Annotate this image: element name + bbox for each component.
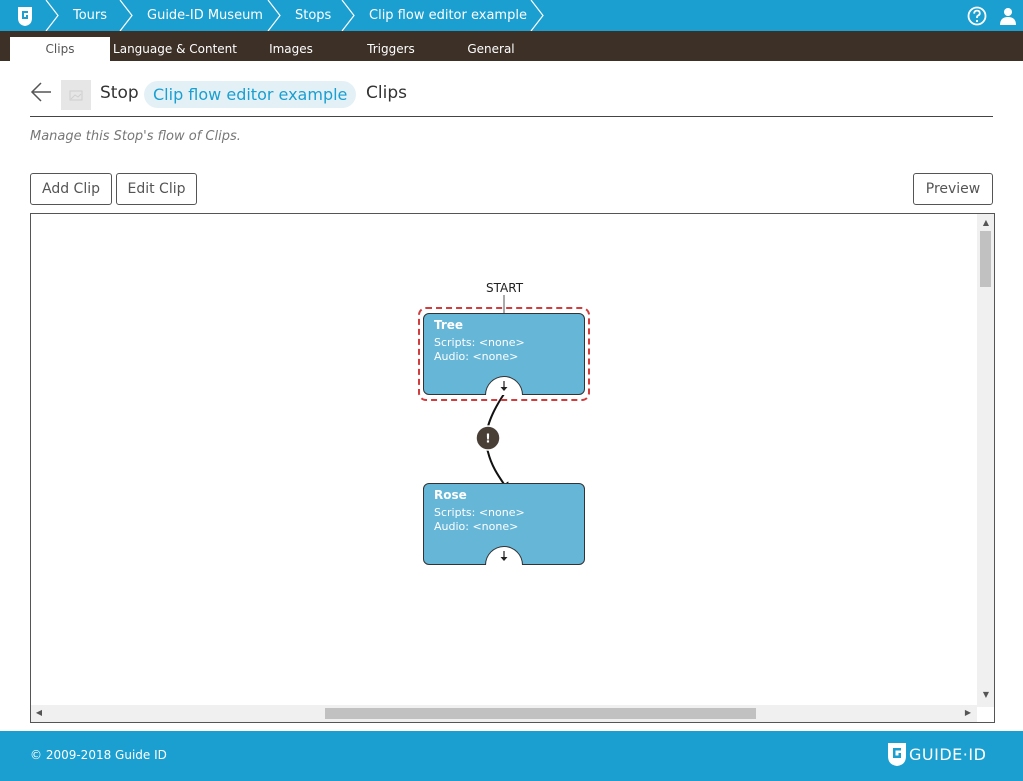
stop-thumbnail [61,80,91,110]
scroll-right-icon[interactable]: ▶ [963,708,973,718]
chevron-right-icon [341,0,355,31]
section-tab-bar: Clips Language & Content Images Triggers… [0,31,1023,61]
add-clip-button[interactable]: Add Clip [30,173,112,205]
vertical-scroll-thumb[interactable] [980,231,991,287]
copyright-text: © 2009-2018 Guide ID [30,748,167,762]
clip-node-rose[interactable]: Rose Scripts: <none> Audio: <none> [423,483,585,565]
edit-clip-button[interactable]: Edit Clip [116,173,197,205]
help-icon[interactable] [967,6,987,26]
start-label: START [486,281,524,295]
guide-id-logo-icon [888,743,906,766]
footer: © 2009-2018 Guide ID GUIDE·ID [0,731,1023,781]
page-subtitle: Manage this Stop's flow of Clips. [30,129,241,144]
breadcrumb-stops[interactable]: Stops [295,0,331,31]
breadcrumb-museum[interactable]: Guide-ID Museum [147,0,263,31]
tab-language-content[interactable]: Language & Content [112,37,238,61]
breadcrumb-tours[interactable]: Tours [73,0,107,31]
tab-general[interactable]: General [456,37,526,61]
clip-output-handle[interactable] [485,546,523,565]
scroll-left-icon[interactable]: ◀ [34,708,44,718]
back-arrow-icon[interactable] [30,81,52,103]
tab-clips[interactable]: Clips [10,37,110,61]
clip-audio: Audio: <none> [434,520,519,533]
image-placeholder-icon [69,90,83,101]
horizontal-scroll-thumb[interactable] [325,708,756,719]
clip-scripts: Scripts: <none> [434,336,525,349]
vertical-scrollbar[interactable] [977,214,994,707]
down-arrow-icon [500,551,508,561]
clip-output-handle[interactable] [485,376,523,395]
page-title-prefix: Stop [100,83,139,103]
chevron-right-icon [267,0,281,31]
down-arrow-icon [500,381,508,391]
clip-scripts: Scripts: <none> [434,506,525,519]
page-title-suffix: Clips [366,83,407,103]
chevron-right-icon [119,0,133,31]
clip-title: Rose [434,488,467,502]
chevron-right-icon [530,0,544,31]
scroll-up-icon[interactable]: ▲ [981,218,991,228]
clip-node-tree[interactable]: Tree Scripts: <none> Audio: <none> [423,313,585,395]
chevron-right-icon [45,0,59,31]
tab-images[interactable]: Images [256,37,326,61]
scroll-down-icon[interactable]: ▼ [981,690,991,700]
tab-triggers[interactable]: Triggers [356,37,426,61]
user-icon[interactable] [998,6,1018,26]
breadcrumb-current-stop[interactable]: Clip flow editor example [369,0,527,31]
header-divider [30,116,993,117]
footer-brand: GUIDE·ID [909,745,987,764]
clip-title: Tree [434,318,464,332]
preview-button[interactable]: Preview [913,173,993,205]
guide-id-logo-icon[interactable] [14,5,36,27]
top-navigation-bar: Tours Guide-ID Museum Stops Clip flow ed… [0,0,1023,31]
stop-name-pill: Clip flow editor example [144,81,357,108]
clip-audio: Audio: <none> [434,350,519,363]
